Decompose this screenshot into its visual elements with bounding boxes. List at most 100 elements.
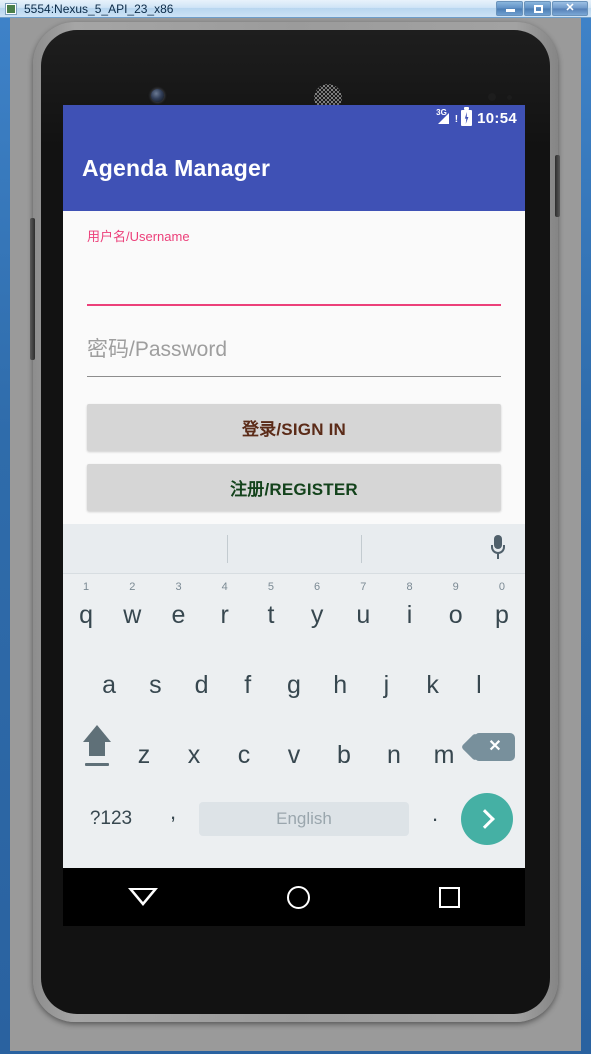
key-z[interactable]: z [119, 717, 169, 785]
signal-alert-label: ! [454, 114, 459, 125]
status-bar-icons: 3G ! 10:54 [436, 105, 517, 131]
key-label: k [426, 671, 439, 699]
password-field[interactable]: 密码/Password [87, 321, 501, 385]
volume-button[interactable] [30, 218, 35, 360]
key-g[interactable]: g [271, 647, 317, 715]
key-number: 7 [360, 581, 367, 593]
shift-key[interactable] [63, 717, 119, 785]
key-label: x [187, 741, 201, 769]
key-label: s [149, 671, 162, 699]
key-label: q [79, 601, 94, 629]
key-label: u [356, 601, 371, 629]
maximize-button[interactable] [524, 1, 551, 16]
emulator-window: 5554:Nexus_5_API_23_x86 ✕ 3G ! 10:54 Age… [0, 0, 591, 1054]
window-controls: ✕ [496, 1, 588, 16]
sign-in-button[interactable]: 登录/SIGN IN [87, 404, 501, 451]
backspace-key[interactable]: ✕ [469, 717, 525, 785]
space-key[interactable]: English [199, 802, 409, 836]
backspace-glyph: ✕ [488, 738, 502, 755]
key-label: o [448, 601, 463, 629]
key-label: l [476, 671, 482, 699]
username-field[interactable]: 用户名/Username [87, 226, 501, 306]
microphone-icon[interactable] [491, 535, 505, 563]
login-form: 用户名/Username 密码/Password 登录/SIGN IN 注册/R… [63, 211, 525, 524]
key-r[interactable]: 4r [202, 577, 248, 645]
status-bar: 3G ! 10:54 [63, 105, 525, 131]
key-label: b [337, 741, 351, 769]
recents-square-icon[interactable] [439, 886, 461, 908]
key-o[interactable]: 9o [433, 577, 479, 645]
key-label: e [171, 601, 186, 629]
username-underline [87, 304, 501, 306]
key-b[interactable]: b [319, 717, 369, 785]
soft-keyboard: 1q 2w 3e 4r 5t 6y 7u 8i 9o 0p a s d f g … [63, 524, 525, 868]
key-f[interactable]: f [225, 647, 271, 715]
username-label: 用户名/Username [87, 229, 190, 244]
key-label: p [494, 601, 509, 629]
key-label: d [194, 671, 209, 699]
period-key[interactable]: . [409, 803, 461, 829]
symbols-key[interactable]: ?123 [75, 808, 147, 830]
key-p[interactable]: 0p [479, 577, 525, 645]
light-sensor-icon [507, 95, 512, 100]
enter-key[interactable] [461, 793, 513, 845]
app-icon [5, 3, 17, 15]
key-e[interactable]: 3e [155, 577, 201, 645]
key-number: 8 [406, 581, 413, 593]
key-label: m [433, 741, 455, 769]
key-q[interactable]: 1q [63, 577, 109, 645]
charging-bolt-icon [464, 112, 469, 124]
key-v[interactable]: v [269, 717, 319, 785]
back-triangle-icon[interactable] [127, 888, 158, 906]
key-h[interactable]: h [317, 647, 363, 715]
key-label: n [387, 741, 401, 769]
battery-charging-icon [461, 107, 473, 126]
key-d[interactable]: d [178, 647, 224, 715]
key-k[interactable]: k [410, 647, 456, 715]
navigation-bar [63, 868, 525, 926]
key-label: i [406, 601, 413, 629]
key-label: z [137, 741, 151, 769]
shift-icon [77, 725, 117, 773]
key-label: w [123, 601, 142, 629]
backspace-icon: ✕ [475, 733, 515, 761]
key-label: f [244, 671, 252, 699]
key-i[interactable]: 8i [386, 577, 432, 645]
key-m[interactable]: m [419, 717, 469, 785]
key-t[interactable]: 5t [248, 577, 294, 645]
minimize-button[interactable] [496, 1, 523, 16]
power-button[interactable] [555, 155, 560, 217]
key-number: 5 [267, 581, 274, 593]
key-label: c [237, 741, 251, 769]
key-number: 4 [221, 581, 228, 593]
key-w[interactable]: 2w [109, 577, 155, 645]
home-circle-icon[interactable] [286, 885, 310, 909]
key-number: 1 [83, 581, 90, 593]
key-label: h [333, 671, 348, 699]
status-bar-clock: 10:54 [477, 109, 517, 127]
key-label: v [287, 741, 301, 769]
key-x[interactable]: x [169, 717, 219, 785]
key-y[interactable]: 6y [294, 577, 340, 645]
front-camera-icon [151, 89, 164, 102]
key-a[interactable]: a [86, 647, 132, 715]
signal-3g-icon: 3G ! [436, 109, 459, 126]
suggestion-divider [227, 535, 228, 563]
key-u[interactable]: 7u [340, 577, 386, 645]
register-button[interactable]: 注册/REGISTER [87, 464, 501, 511]
key-label: g [287, 671, 301, 699]
key-s[interactable]: s [132, 647, 178, 715]
suggestion-strip[interactable] [63, 524, 525, 574]
window-title-bar[interactable]: 5554:Nexus_5_API_23_x86 ✕ [0, 0, 591, 18]
password-placeholder: 密码/Password [87, 338, 228, 361]
proximity-sensor-icon [488, 93, 496, 101]
key-n[interactable]: n [369, 717, 419, 785]
comma-key[interactable]: , [147, 801, 199, 831]
key-l[interactable]: l [456, 647, 502, 715]
key-c[interactable]: c [219, 717, 269, 785]
signal-bars-icon [438, 113, 450, 124]
key-j[interactable]: j [363, 647, 409, 715]
app-bar: Agenda Manager [63, 131, 525, 211]
close-button[interactable]: ✕ [552, 1, 588, 16]
key-number: 0 [498, 581, 505, 593]
